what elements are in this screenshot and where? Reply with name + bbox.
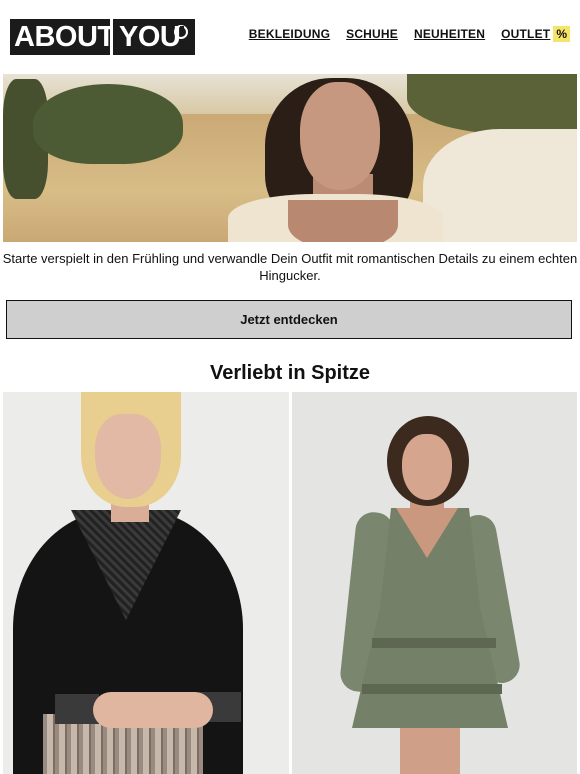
- top-nav: BEKLEIDUNG SCHUHE NEUHEITEN OUTLET %: [249, 26, 570, 42]
- nav-item-outlet[interactable]: OUTLET %: [501, 26, 570, 42]
- product-image-green-lace-dress[interactable]: [292, 392, 577, 774]
- logo-part-you: YOU: [113, 19, 195, 55]
- nav-link-bekleidung[interactable]: BEKLEIDUNG: [249, 27, 330, 41]
- intro-text: Starte verspielt in den Frühling und ver…: [2, 251, 578, 283]
- logo-part-about: ABOUT: [10, 19, 115, 55]
- nav-link-schuhe[interactable]: SCHUHE: [346, 27, 398, 41]
- logo-smile-icon: [174, 25, 188, 39]
- outlet-percent-badge: %: [553, 26, 570, 42]
- product-image-black-lace-top[interactable]: [3, 392, 289, 774]
- hero-image[interactable]: [3, 74, 577, 242]
- nav-link-neuheiten[interactable]: NEUHEITEN: [414, 27, 485, 41]
- section-title: Verliebt in Spitze: [209, 362, 371, 384]
- about-you-logo[interactable]: ABOUT YOU: [10, 19, 195, 55]
- logo-part-you-text: YOU: [119, 21, 181, 53]
- email-header: ABOUT YOU BEKLEIDUNG SCHUHE NEUHEITEN OU…: [0, 0, 580, 74]
- discover-button[interactable]: Jetzt entdecken: [6, 300, 572, 339]
- nav-link-outlet[interactable]: OUTLET: [501, 27, 550, 41]
